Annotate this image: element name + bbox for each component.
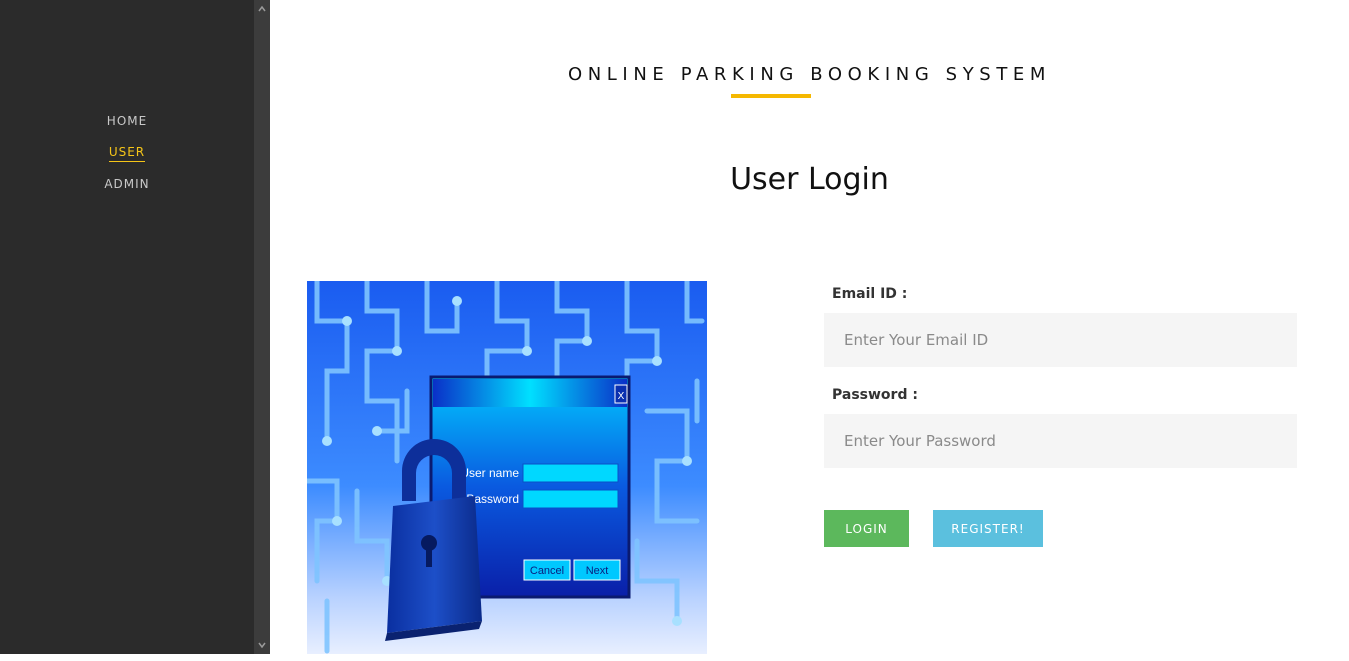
email-label: Email ID :: [832, 286, 908, 302]
login-button[interactable]: LOGIN: [824, 510, 909, 547]
title-underline: [731, 94, 811, 98]
sidebar: HOME USER ADMIN: [0, 0, 254, 654]
chevron-up-icon[interactable]: [254, 0, 270, 18]
login-illustration: X User name Password Cancel Next: [307, 281, 707, 654]
password-field[interactable]: [824, 414, 1297, 468]
register-button[interactable]: REGISTER!: [933, 510, 1043, 547]
sidebar-nav: HOME USER ADMIN: [0, 112, 254, 207]
sidebar-item-home[interactable]: HOME: [107, 112, 147, 131]
sidebar-item-user[interactable]: USER: [108, 144, 146, 162]
window-close-glyph: X: [618, 391, 625, 402]
illustration-username-label: User name: [460, 466, 519, 480]
page-title: User Login: [730, 162, 889, 197]
sidebar-item-admin[interactable]: ADMIN: [104, 175, 149, 194]
illustration-next-label: Next: [586, 565, 609, 577]
chevron-down-icon[interactable]: [254, 636, 270, 654]
sidebar-scrollbar[interactable]: [254, 0, 270, 654]
email-field[interactable]: [824, 313, 1297, 367]
site-title: ONLINE PARKING BOOKING SYSTEM: [567, 64, 1052, 85]
illustration-cancel-label: Cancel: [530, 565, 564, 577]
password-label: Password :: [832, 387, 918, 403]
